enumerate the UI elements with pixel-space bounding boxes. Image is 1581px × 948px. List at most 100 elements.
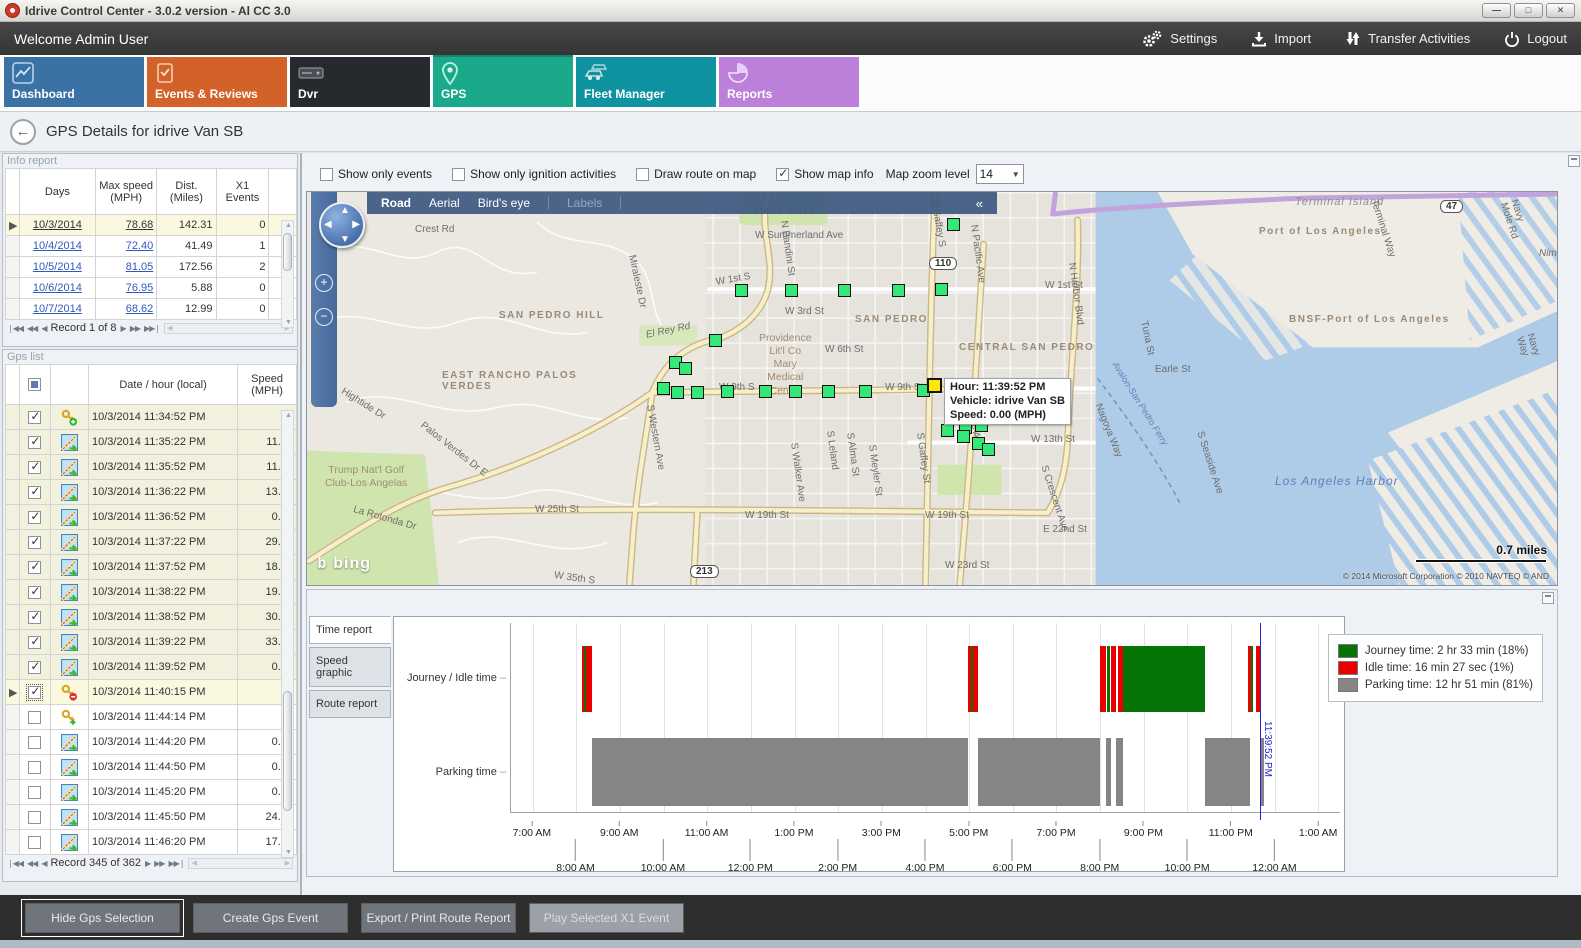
- row-checkbox[interactable]: [28, 586, 41, 599]
- toolbar-collapse-icon[interactable]: «: [976, 196, 983, 211]
- row-checkbox[interactable]: [28, 486, 41, 499]
- map-compass-control[interactable]: ▲ ▼ ◀ ▶: [319, 202, 365, 248]
- gps-list-row[interactable]: 10/3/2014 11:38:52 PM30.55: [6, 605, 297, 630]
- gps-list-row[interactable]: 10/3/2014 11:44:20 PM0.00: [6, 730, 297, 755]
- gps-marker[interactable]: [957, 430, 970, 443]
- zoom-in-button[interactable]: +: [315, 274, 333, 292]
- day-link[interactable]: 10/7/2014: [33, 303, 82, 315]
- gps-list-row[interactable]: 10/3/2014 11:35:52 PM11.47: [6, 455, 297, 480]
- pager-first-button[interactable]: ❘◀◀: [7, 859, 23, 868]
- pager-last-button[interactable]: ▶▶❘: [168, 859, 184, 868]
- pager-nextpage-button[interactable]: ▶▶: [130, 324, 140, 333]
- gps-marker[interactable]: [859, 385, 872, 398]
- minimize-button[interactable]: —: [1482, 3, 1511, 18]
- transfer-activities-button[interactable]: Transfer Activities: [1345, 30, 1470, 47]
- create-gps-event-button[interactable]: Create Gps Event: [193, 903, 348, 933]
- gps-marker[interactable]: [691, 386, 704, 399]
- selected-gps-marker[interactable]: [927, 378, 942, 393]
- column-header-x1-events[interactable]: X1 Events: [216, 169, 269, 215]
- checkbox[interactable]: [452, 168, 465, 181]
- map-style-aerial[interactable]: Aerial: [429, 196, 460, 210]
- show-map-info-option[interactable]: Show map info: [776, 167, 873, 181]
- gps-marker[interactable]: [982, 443, 995, 456]
- horizontal-scrollbar[interactable]: [164, 323, 293, 334]
- row-checkbox[interactable]: [28, 511, 41, 524]
- back-button[interactable]: ←: [10, 119, 36, 145]
- logout-button[interactable]: Logout: [1504, 31, 1567, 47]
- gps-marker[interactable]: [822, 385, 835, 398]
- gps-marker[interactable]: [709, 334, 722, 347]
- info-report-row[interactable]: ▶10/3/201478.68142.310: [6, 215, 297, 236]
- row-checkbox[interactable]: [28, 611, 41, 624]
- row-checkbox[interactable]: [28, 711, 41, 724]
- day-link[interactable]: 10/3/2014: [33, 219, 82, 231]
- row-checkbox[interactable]: [28, 411, 41, 424]
- report-tab-route-report[interactable]: Route report: [309, 690, 391, 718]
- column-header-speed[interactable]: Speed (MPH): [238, 365, 297, 405]
- info-report-row[interactable]: 10/7/201468.6212.990: [6, 299, 297, 320]
- gps-marker[interactable]: [785, 284, 798, 297]
- pager-prevpage-button[interactable]: ◀◀: [27, 859, 37, 868]
- gps-list-row[interactable]: 10/3/2014 11:45:20 PM0.00: [6, 780, 297, 805]
- gps-list-row[interactable]: 10/3/2014 11:35:22 PM11.97: [6, 430, 297, 455]
- max-speed-link[interactable]: 72.40: [126, 240, 154, 252]
- gps-list-row[interactable]: 10/3/2014 11:37:22 PM29.05: [6, 530, 297, 555]
- gps-marker[interactable]: [657, 382, 670, 395]
- row-checkbox[interactable]: [28, 811, 41, 824]
- gps-marker[interactable]: [935, 283, 948, 296]
- gps-marker[interactable]: [947, 218, 960, 231]
- map-zoom-select[interactable]: 14▼: [976, 164, 1024, 184]
- pager-next-button[interactable]: ▶: [145, 859, 150, 868]
- zoom-out-button[interactable]: −: [315, 308, 333, 326]
- row-checkbox[interactable]: [28, 686, 41, 699]
- info-report-row[interactable]: 10/4/201472.4041.491: [6, 236, 297, 257]
- import-button[interactable]: Import: [1251, 31, 1311, 47]
- gps-list-row[interactable]: 10/3/2014 11:38:22 PM19.70: [6, 580, 297, 605]
- settings-button[interactable]: Settings: [1141, 30, 1217, 48]
- draw-route-option[interactable]: Draw route on map: [636, 167, 756, 181]
- row-checkbox[interactable]: [28, 661, 41, 674]
- gps-marker[interactable]: [679, 362, 692, 375]
- horizontal-scrollbar[interactable]: [188, 858, 293, 869]
- pager-first-button[interactable]: ❘◀◀: [7, 324, 23, 333]
- row-checkbox[interactable]: [28, 461, 41, 474]
- map-panel-collapse-button[interactable]: [1568, 155, 1580, 167]
- chart-panel-collapse-button[interactable]: [1542, 592, 1554, 604]
- gps-list-row[interactable]: 10/3/2014 11:44:50 PM0.00: [6, 755, 297, 780]
- checkbox[interactable]: [320, 168, 333, 181]
- gps-list-row[interactable]: 10/3/2014 11:39:22 PM33.21: [6, 630, 297, 655]
- pager-prev-button[interactable]: ◀: [41, 324, 46, 333]
- gps-marker[interactable]: [941, 424, 954, 437]
- row-checkbox[interactable]: [28, 736, 41, 749]
- gps-list-row[interactable]: 10/3/2014 11:34:52 PM: [6, 405, 297, 430]
- close-button[interactable]: ✕: [1546, 3, 1575, 18]
- info-report-row[interactable]: 10/6/201476.955.880: [6, 278, 297, 299]
- tab-fleet-manager[interactable]: Fleet Manager: [576, 57, 716, 107]
- gps-marker[interactable]: [721, 385, 734, 398]
- column-header-days[interactable]: Days: [19, 169, 95, 215]
- max-speed-link[interactable]: 68.62: [126, 303, 154, 315]
- tab-gps[interactable]: GPS: [433, 57, 573, 107]
- pan-left-icon[interactable]: ◀: [324, 219, 332, 230]
- column-header-dist[interactable]: Dist. (Miles): [157, 169, 216, 215]
- row-checkbox[interactable]: [28, 536, 41, 549]
- gps-list-row[interactable]: 10/3/2014 11:44:14 PM: [6, 705, 297, 730]
- gps-list-row[interactable]: 10/3/2014 11:36:22 PM13.28: [6, 480, 297, 505]
- day-link[interactable]: 10/5/2014: [33, 261, 82, 273]
- checkbox[interactable]: [776, 168, 789, 181]
- info-report-scrollbar[interactable]: [281, 220, 294, 328]
- gps-marker[interactable]: [735, 284, 748, 297]
- max-speed-link[interactable]: 81.05: [126, 261, 154, 273]
- row-checkbox[interactable]: [28, 436, 41, 449]
- tab-reports[interactable]: Reports: [719, 57, 859, 107]
- report-tab-time-report[interactable]: Time report: [309, 616, 391, 644]
- day-link[interactable]: 10/4/2014: [33, 240, 82, 252]
- gps-marker[interactable]: [759, 385, 772, 398]
- tab-dvr[interactable]: Dvr: [290, 57, 430, 107]
- tab-events-reviews[interactable]: Events & Reviews: [147, 57, 287, 107]
- report-tab-speed-graphic[interactable]: Speed graphic: [309, 647, 391, 687]
- pager-nextpage-button[interactable]: ▶▶: [154, 859, 164, 868]
- pan-down-icon[interactable]: ▼: [340, 234, 350, 245]
- row-checkbox[interactable]: [28, 636, 41, 649]
- pan-up-icon[interactable]: ▲: [340, 205, 350, 216]
